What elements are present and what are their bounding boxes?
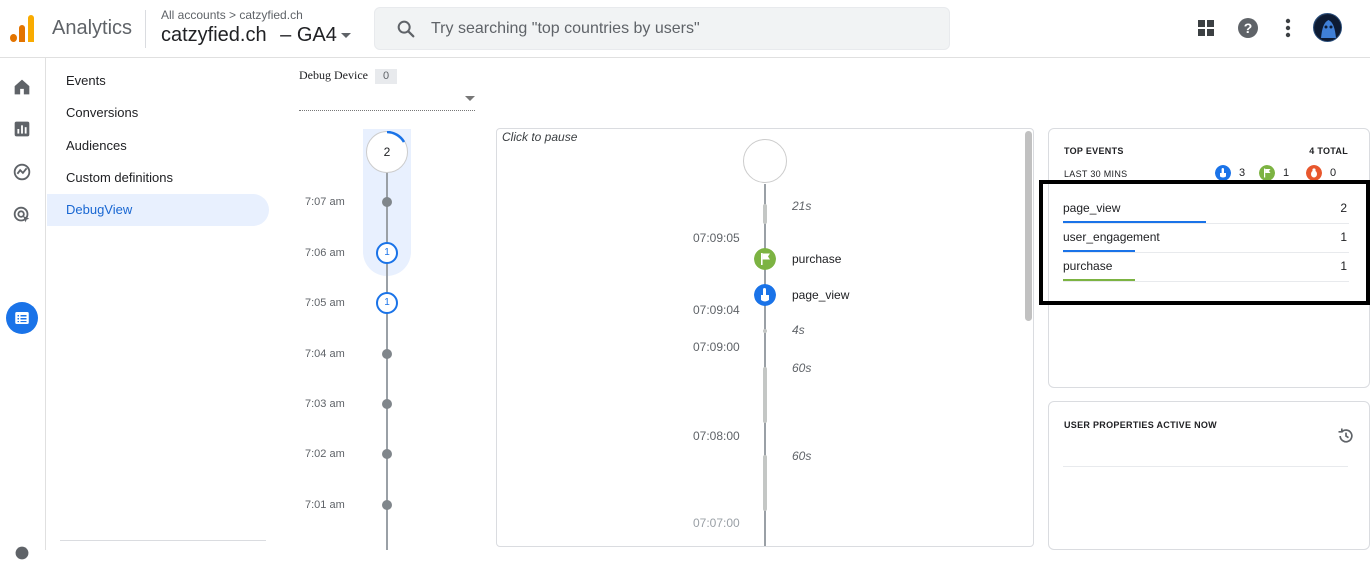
top-event-value: 2 <box>1340 201 1347 215</box>
help-icon[interactable]: ? <box>1236 16 1260 40</box>
stream-time: 07:09:00 <box>693 340 740 354</box>
advertising-icon[interactable] <box>11 204 33 226</box>
dropdown-arrow-icon[interactable] <box>465 96 475 101</box>
nav-item-events[interactable]: Events <box>47 65 269 97</box>
avatar[interactable] <box>1313 13 1342 42</box>
breadcrumb[interactable]: All accounts > catzyfied.ch <box>161 8 303 22</box>
top-bar: Analytics All accounts > catzyfied.ch ca… <box>0 0 1370 58</box>
top-event-row[interactable]: user_engagement 1 <box>1063 224 1349 253</box>
search-bar[interactable] <box>374 7 950 50</box>
nav-item-debugview[interactable]: DebugView <box>47 194 269 226</box>
nav-item-audiences[interactable]: Audiences <box>47 130 269 162</box>
minutes-timeline-line <box>386 170 388 550</box>
badge-count: 3 <box>1239 167 1246 179</box>
stream-time: 07:08:00 <box>693 429 740 443</box>
nav-divider <box>60 540 266 541</box>
minute-dot[interactable] <box>382 500 392 510</box>
top-event-row[interactable]: page_view 2 <box>1063 195 1349 224</box>
touch-icon <box>1215 165 1231 181</box>
top-event-label: user_engagement <box>1063 230 1160 244</box>
duration-dot <box>763 329 767 333</box>
debug-device-label: Debug Device <box>299 68 368 82</box>
duration-bar <box>763 367 767 423</box>
property-suffix: – GA4 <box>280 24 337 46</box>
minute-event-count[interactable]: 1 <box>376 242 398 264</box>
seconds-stream[interactable]: Click to pause 21s 07:09:05 purchase pag… <box>496 128 1034 547</box>
flag-icon[interactable] <box>754 248 776 270</box>
debug-device-count: 0 <box>375 69 397 84</box>
side-navigation: Events Conversions Audiences Custom defi… <box>47 58 272 550</box>
left-rail <box>0 58 46 560</box>
minute-event-count[interactable]: 1 <box>376 292 398 314</box>
debug-device-select[interactable] <box>299 110 475 111</box>
top-event-bar <box>1063 279 1135 281</box>
minute-dot[interactable] <box>382 197 392 207</box>
flag-icon <box>1259 165 1275 181</box>
top-event-value: 1 <box>1340 259 1347 273</box>
duration-bar <box>763 455 767 511</box>
duration-label: 60s <box>792 361 812 375</box>
click-to-pause[interactable]: Click to pause <box>502 130 577 144</box>
minute-label: 7:04 am <box>305 348 345 360</box>
minute-label: 7:05 am <box>305 297 345 309</box>
top-events-total: 4 TOTAL <box>1309 146 1348 156</box>
badge-count: 0 <box>1330 167 1337 179</box>
search-icon <box>397 20 415 38</box>
minute-label: 7:06 am <box>305 247 345 259</box>
nav-item-conversions[interactable]: Conversions <box>47 97 269 129</box>
settings-icon[interactable] <box>11 542 33 564</box>
minute-label: 7:03 am <box>305 398 345 410</box>
reports-icon[interactable] <box>11 118 33 140</box>
explore-icon[interactable] <box>11 161 33 183</box>
caret-down-icon <box>340 33 351 39</box>
stream-top-circle <box>743 139 787 183</box>
minute-dot[interactable] <box>382 449 392 459</box>
duration-label: 60s <box>792 449 812 463</box>
stream-time: 07:09:05 <box>693 231 740 245</box>
bug-icon <box>1306 165 1322 181</box>
touch-icon[interactable] <box>754 284 776 306</box>
minute-label: 7:07 am <box>305 196 345 208</box>
stream-scrollbar[interactable] <box>1025 131 1032 321</box>
progress-arc-icon <box>386 131 406 143</box>
minute-dot[interactable] <box>382 399 392 409</box>
top-event-label: page_view <box>1063 201 1121 215</box>
duration-label: 21s <box>792 199 812 213</box>
analytics-logo[interactable] <box>10 14 36 42</box>
badge-count: 1 <box>1283 167 1290 179</box>
user-properties-divider <box>1063 466 1348 467</box>
property-selector[interactable]: catzyfied.ch – GA4 <box>161 24 351 47</box>
stream-time: 07:09:04 <box>693 303 740 317</box>
top-event-bar <box>1063 221 1206 223</box>
minute-label: 7:02 am <box>305 448 345 460</box>
header-divider <box>145 10 146 48</box>
nav-item-custom-definitions[interactable]: Custom definitions <box>47 162 269 194</box>
svg-text:?: ? <box>1244 20 1253 36</box>
top-event-value: 1 <box>1340 230 1347 244</box>
property-name: catzyfied.ch <box>161 24 267 46</box>
avatar-image-icon <box>1314 14 1341 41</box>
top-event-label: purchase <box>1063 259 1113 273</box>
configure-button[interactable] <box>6 302 38 334</box>
stream-event-name[interactable]: page_view <box>792 288 849 302</box>
top-events-title: TOP EVENTS <box>1064 146 1124 156</box>
apps-grid-icon[interactable] <box>1194 16 1218 40</box>
home-icon[interactable] <box>11 76 33 98</box>
configure-icon <box>15 312 29 324</box>
more-vert-icon[interactable] <box>1276 16 1300 40</box>
history-icon[interactable] <box>1336 426 1356 446</box>
top-events-period: LAST 30 MINS <box>1064 169 1128 179</box>
top-event-bar <box>1063 250 1135 252</box>
stream-event-name[interactable]: purchase <box>792 252 841 266</box>
minute-label: 7:01 am <box>305 499 345 511</box>
duration-bar <box>763 204 767 224</box>
search-input[interactable] <box>431 8 931 49</box>
duration-label: 4s <box>792 323 805 337</box>
top-event-row[interactable]: purchase 1 <box>1063 253 1349 282</box>
app-name: Analytics <box>52 17 133 39</box>
stream-time: 07:07:00 <box>693 516 740 530</box>
user-properties-title: USER PROPERTIES ACTIVE NOW <box>1064 420 1217 430</box>
minute-dot[interactable] <box>382 349 392 359</box>
